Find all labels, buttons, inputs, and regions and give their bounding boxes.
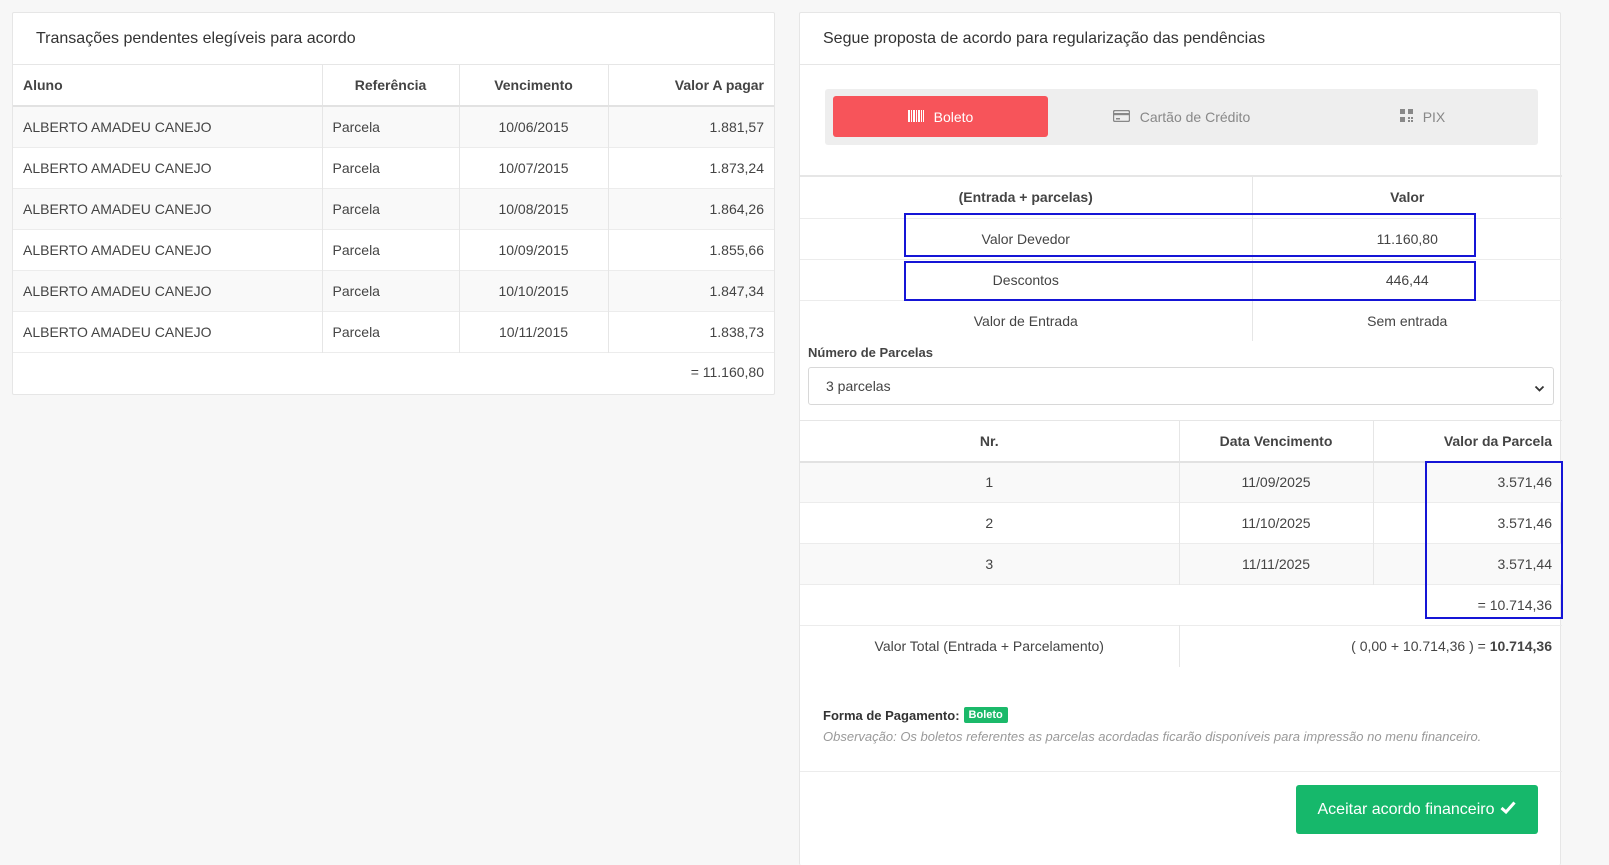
table-row: Descontos 446,44 (800, 258, 1562, 300)
col-nr: Nr. (800, 420, 1180, 463)
cell-referencia: Parcela (322, 146, 460, 188)
col-vencimento: Vencimento (459, 65, 609, 107)
cell-valor: 3.571,46 (1373, 461, 1562, 503)
cell-referencia: Parcela (322, 269, 460, 311)
numero-parcelas-selected: 3 parcelas (826, 378, 891, 394)
total-row: Valor Total (Entrada + Parcelamento) ( 0… (800, 625, 1562, 667)
col-entrada-parcelas: (Entrada + parcelas) (800, 177, 1253, 218)
cell-valor: 1.855,66 (608, 228, 774, 270)
valor-devedor-value: 11.160,80 (1252, 217, 1562, 259)
cell-valor: 1.881,57 (608, 105, 774, 147)
cell-data: 11/11/2025 (1179, 543, 1374, 585)
cell-valor: 1.847,34 (608, 269, 774, 311)
cell-referencia: Parcela (322, 228, 460, 270)
cell-vencimento: 10/07/2015 (459, 146, 609, 188)
col-data-vencimento: Data Vencimento (1179, 420, 1374, 463)
cell-aluno: ALBERTO AMADEU CANEJO (13, 146, 323, 188)
numero-parcelas-label: Número de Parcelas (808, 345, 934, 360)
cell-aluno: ALBERTO AMADEU CANEJO (13, 105, 323, 147)
cell-vencimento: 10/08/2015 (459, 187, 609, 229)
cell-valor: 1.864,26 (608, 187, 774, 229)
valor-entrada-value: Sem entrada (1252, 299, 1562, 341)
cell-nr: 3 (800, 543, 1180, 585)
cell-valor: 3.571,44 (1373, 543, 1562, 585)
cell-nr: 1 (800, 461, 1180, 503)
valor-total-label: Valor Total (Entrada + Parcelamento) (800, 625, 1180, 667)
tab-pix-label: PIX (1422, 108, 1446, 125)
tab-cartao-credito[interactable]: Cartão de Crédito (1074, 96, 1289, 137)
table-row: 3 11/11/2025 3.571,44 (800, 543, 1562, 585)
table-row: 1 11/09/2025 3.571,46 (800, 461, 1562, 503)
cell-vencimento: 10/09/2015 (459, 228, 609, 270)
accept-agreement-label: Aceitar acordo financeiro (1317, 800, 1495, 818)
tab-boleto-label: Boleto (933, 108, 974, 125)
cell-referencia: Parcela (322, 105, 460, 147)
agreement-proposal-card: Segue proposta de acordo para regulariza… (799, 12, 1563, 865)
pending-transactions-table: Aluno Referência Vencimento Valor A paga… (13, 65, 774, 392)
installments-subtotal: = 10.714,36 (800, 584, 1562, 626)
subtotal-row: = 10.714,36 (800, 584, 1562, 626)
cell-vencimento: 10/06/2015 (459, 105, 609, 147)
col-referencia: Referência (322, 65, 460, 107)
agreement-proposal-title: Segue proposta de acordo para regulariza… (800, 13, 1560, 65)
descontos-label: Descontos (800, 258, 1253, 300)
forma-pagamento: Forma de Pagamento: Boleto (823, 707, 1008, 723)
table-row: ALBERTO AMADEU CANEJO Parcela 10/07/2015… (13, 146, 774, 188)
forma-pagamento-label: Forma de Pagamento: (823, 707, 960, 723)
total-row: = 11.160,80 (13, 351, 774, 392)
summary-table: (Entrada + parcelas) Valor Valor Devedor… (800, 177, 1562, 341)
installments-table: Nr. Data Vencimento Valor da Parcela 1 1… (800, 420, 1562, 667)
tab-cartao-label: Cartão de Crédito (1139, 108, 1251, 125)
valor-devedor-label: Valor Devedor (800, 217, 1253, 259)
check-icon (1500, 800, 1517, 819)
col-valor: Valor (1390, 189, 1425, 206)
cell-data: 11/10/2025 (1179, 502, 1374, 544)
table-row: Valor Devedor 11.160,80 (800, 217, 1562, 259)
table-row: ALBERTO AMADEU CANEJO Parcela 10/10/2015… (13, 269, 774, 311)
payment-method-tabs: Boleto Cartão de Crédito PIX (825, 89, 1538, 145)
numero-parcelas-select[interactable]: 3 parcelas (808, 367, 1554, 405)
cell-valor: 1.873,24 (608, 146, 774, 188)
table-row: ALBERTO AMADEU CANEJO Parcela 10/08/2015… (13, 187, 774, 229)
cell-aluno: ALBERTO AMADEU CANEJO (13, 310, 323, 352)
pending-transactions-card: Transações pendentes elegíveis para acor… (12, 12, 775, 395)
qr-code-icon (1399, 108, 1413, 125)
cell-referencia: Parcela (322, 310, 460, 352)
barcode-icon (907, 109, 924, 125)
left-total: = 11.160,80 (13, 351, 774, 392)
observacao-text: Observação: Os boletos referentes as par… (823, 729, 1482, 744)
cell-data: 11/09/2025 (1179, 461, 1374, 503)
valor-total-amount: 10.714,36 (1489, 638, 1552, 655)
credit-card-icon (1112, 109, 1130, 125)
cell-referencia: Parcela (322, 187, 460, 229)
pending-transactions-title: Transações pendentes elegíveis para acor… (13, 13, 774, 65)
cell-aluno: ALBERTO AMADEU CANEJO (13, 228, 323, 270)
valor-total-value: ( 0,00 + 10.714,36 ) = 10.714,36 (1179, 625, 1562, 667)
tab-pix[interactable]: PIX (1315, 96, 1530, 137)
divider (800, 771, 1562, 772)
cell-vencimento: 10/10/2015 (459, 269, 609, 311)
valor-entrada-label: Valor de Entrada (800, 299, 1253, 341)
tab-boleto[interactable]: Boleto (833, 96, 1048, 137)
col-valor: Valor A pagar (608, 65, 774, 107)
cell-valor: 3.571,46 (1373, 502, 1562, 544)
table-row: ALBERTO AMADEU CANEJO Parcela 10/11/2015… (13, 310, 774, 352)
table-row: ALBERTO AMADEU CANEJO Parcela 10/06/2015… (13, 105, 774, 147)
cell-vencimento: 10/11/2015 (459, 310, 609, 352)
chevron-down-icon (1534, 381, 1545, 397)
cell-valor: 1.838,73 (608, 310, 774, 352)
valor-total-expression: ( 0,00 + 10.714,36 ) = (1351, 638, 1490, 655)
cell-aluno: ALBERTO AMADEU CANEJO (13, 269, 323, 311)
col-valor-parcela: Valor da Parcela (1373, 420, 1562, 463)
table-row: Valor de Entrada Sem entrada (800, 299, 1562, 341)
col-aluno: Aluno (13, 65, 323, 107)
accept-agreement-button[interactable]: Aceitar acordo financeiro (1296, 785, 1538, 834)
cell-nr: 2 (800, 502, 1180, 544)
status-badge: Boleto (963, 707, 1008, 723)
descontos-value: 446,44 (1252, 258, 1562, 300)
table-row: 2 11/10/2025 3.571,46 (800, 502, 1562, 544)
table-row: ALBERTO AMADEU CANEJO Parcela 10/09/2015… (13, 228, 774, 270)
cell-aluno: ALBERTO AMADEU CANEJO (13, 187, 323, 229)
